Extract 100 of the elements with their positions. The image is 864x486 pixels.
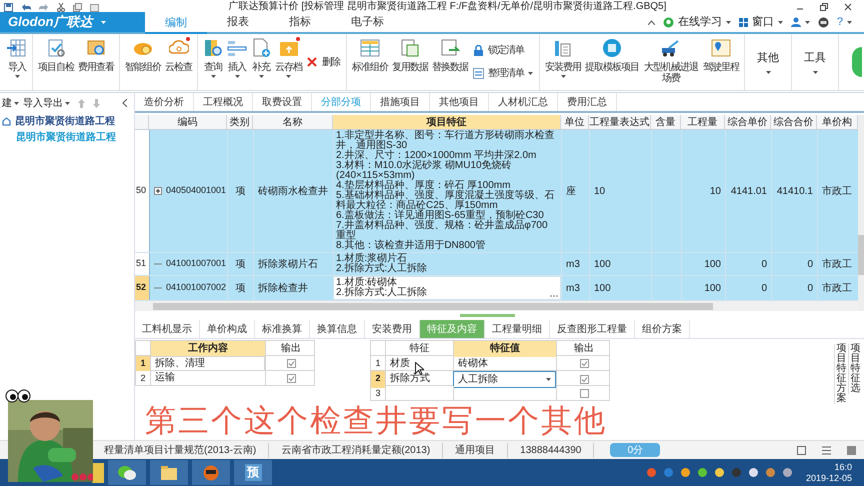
page-tab[interactable]: 费用汇总 <box>558 93 617 111</box>
toolbar-button[interactable]: 整理清单 <box>473 66 533 81</box>
column-header[interactable]: 工作内容 <box>150 341 265 357</box>
window-icon[interactable] <box>738 18 748 26</box>
detail-tab[interactable]: 换算信息 <box>310 320 365 338</box>
collapse-panel-icon[interactable] <box>122 99 128 107</box>
user-icon[interactable] <box>790 17 801 27</box>
menu-button[interactable]: 工具 <box>796 34 834 90</box>
toolbar-button[interactable]: 提取模板项目 <box>584 34 640 90</box>
table-row[interactable] <box>135 130 858 253</box>
expand-icon[interactable] <box>154 187 162 195</box>
detail-tab[interactable]: 标准换算 <box>255 320 310 338</box>
toolbar-button[interactable]: 替换数据 <box>431 34 469 90</box>
column-header[interactable]: 输出 <box>265 341 316 357</box>
toolbar-button[interactable]: 复用数据 <box>391 34 429 90</box>
help-button[interactable]: ? <box>836 14 843 30</box>
checkbox[interactable] <box>580 375 588 384</box>
column-header[interactable]: 工程量表达式 <box>589 115 651 129</box>
toolbar-button[interactable]: 费用查看 <box>77 34 115 90</box>
table-cell[interactable]: 运输 <box>150 371 265 386</box>
move-down-icon[interactable] <box>93 98 100 108</box>
splitter-handle[interactable] <box>460 314 515 317</box>
detail-tab[interactable]: 反查图形工程量 <box>550 320 635 338</box>
document-add-icon <box>251 38 271 58</box>
column-header[interactable]: 输出 <box>556 341 611 357</box>
chat-bubbles-icon[interactable] <box>118 464 136 480</box>
scissors-icon[interactable] <box>57 2 65 12</box>
support-icon[interactable] <box>818 16 829 28</box>
column-header[interactable]: 综合合价 <box>771 115 817 129</box>
online-learning-link[interactable]: 在线学习 <box>678 14 722 30</box>
grid-view-icon[interactable] <box>847 446 856 454</box>
page-tab[interactable]: 工程概况 <box>194 93 253 111</box>
side-tab[interactable]: 项目特征方案 <box>834 344 848 404</box>
toolbar-button[interactable]: 驾驶里程 <box>702 34 740 90</box>
toolbar-button[interactable]: 导入 <box>6 34 28 90</box>
ribbon-tab[interactable]: 报表 <box>207 12 269 32</box>
ribbon-tab[interactable]: 电子标 <box>331 12 404 32</box>
mascot-icon[interactable] <box>202 464 220 480</box>
new-button[interactable]: 建 <box>2 96 19 110</box>
toolbar-button[interactable]: 标准组价 <box>351 34 389 90</box>
toolbar-button[interactable]: 智能组价 <box>124 34 162 90</box>
column-header[interactable]: 类别 <box>227 115 253 129</box>
table-row[interactable]: 51 041001007001 项 拆除浆砌片石 1.材质:浆砌片石 2.拆除方式:人工拆除 m3 100 100 0 0 市政工 <box>135 253 858 276</box>
column-header[interactable]: 综合单价 <box>725 115 771 129</box>
toolbar-button[interactable]: 锁定清单 <box>473 43 533 58</box>
redo-icon[interactable] <box>39 3 49 11</box>
online-learning-icon[interactable] <box>662 16 674 28</box>
toolbar-button[interactable]: 安装费用 <box>544 34 582 90</box>
toolbar-button[interactable]: 删除 <box>307 54 340 70</box>
save-icon[interactable] <box>4 2 13 12</box>
dropdown-field[interactable]: 人工拆除 <box>453 371 556 388</box>
column-header[interactable]: 单位 <box>561 115 589 129</box>
menu-button[interactable]: 其他 <box>749 34 787 90</box>
page-tab[interactable]: 造价分析 <box>135 93 194 111</box>
detail-tab[interactable]: 组价方案 <box>635 320 690 338</box>
toolbar-button[interactable]: 补充 <box>250 34 272 90</box>
detail-tab[interactable]: 工程量明细 <box>485 320 550 338</box>
detail-tab[interactable]: 工料机显示 <box>135 320 200 338</box>
column-header[interactable]: 特征值 <box>453 341 556 357</box>
undo-icon[interactable] <box>21 3 31 11</box>
toolbar-button[interactable]: 云存档 <box>274 34 303 90</box>
table-cell[interactable]: 拆除、清理 <box>150 356 265 371</box>
side-tab[interactable]: 项目特征选 <box>848 344 862 394</box>
import-export-button[interactable]: 导入导出 <box>23 96 70 110</box>
ribbon-tab[interactable]: 指标 <box>269 12 331 32</box>
page-view-icon[interactable] <box>797 446 806 454</box>
checkbox[interactable] <box>580 359 588 368</box>
toolbar-button[interactable]: 大型机械进退场费 <box>642 34 700 90</box>
checkbox[interactable] <box>580 389 588 398</box>
window-menu[interactable]: 窗口 <box>752 14 774 30</box>
copy-icon[interactable] <box>73 2 82 12</box>
toolbar-button[interactable]: 项目自检 <box>37 34 75 90</box>
page-tab[interactable]: 取费设置 <box>253 93 312 111</box>
vertical-scrollbar[interactable] <box>858 115 864 311</box>
app-icon[interactable] <box>92 460 104 484</box>
detail-tab[interactable]: 单价构成 <box>200 320 255 338</box>
list-view-icon[interactable] <box>822 446 831 454</box>
tree-item[interactable]: 昆明市聚贤街道路工程 <box>15 114 115 128</box>
table-row[interactable]: 52 041001007002 项 拆除检查井 1.材质:砖砌体 2.拆除方式:人工拆除 m3 100 100 0 0 市政工 <box>135 276 858 301</box>
checkbox[interactable] <box>286 359 296 368</box>
toolbar-button[interactable]: 查询 <box>202 34 224 90</box>
horizontal-scrollbar[interactable] <box>135 301 858 311</box>
checkbox[interactable] <box>286 374 296 383</box>
feature-cell[interactable]: 1.材质:砖砌体 2.拆除方式:人工拆除 <box>333 276 561 300</box>
toolbar-button[interactable]: 云检查 <box>164 34 193 90</box>
toolbar-button[interactable]: 插入 <box>226 34 248 90</box>
close-icon[interactable] <box>844 3 852 11</box>
page-tab[interactable]: 人材机汇总 <box>489 93 558 111</box>
column-header[interactable]: 编码 <box>149 115 227 129</box>
page-tab[interactable]: 措施项目 <box>371 93 430 111</box>
folder-icon[interactable] <box>160 464 178 480</box>
move-up-icon[interactable] <box>78 98 85 108</box>
page-tab[interactable]: 其他项目 <box>430 93 489 111</box>
column-header[interactable]: 工程量 <box>681 115 725 129</box>
app-logo[interactable]: Glodon广联达 <box>0 12 145 32</box>
collapse-icon[interactable] <box>648 20 655 24</box>
column-header[interactable]: 含量 <box>651 115 681 129</box>
column-header[interactable]: 项目特征 <box>333 115 561 129</box>
paste-icon[interactable] <box>90 2 99 12</box>
restore-icon[interactable] <box>820 3 828 11</box>
